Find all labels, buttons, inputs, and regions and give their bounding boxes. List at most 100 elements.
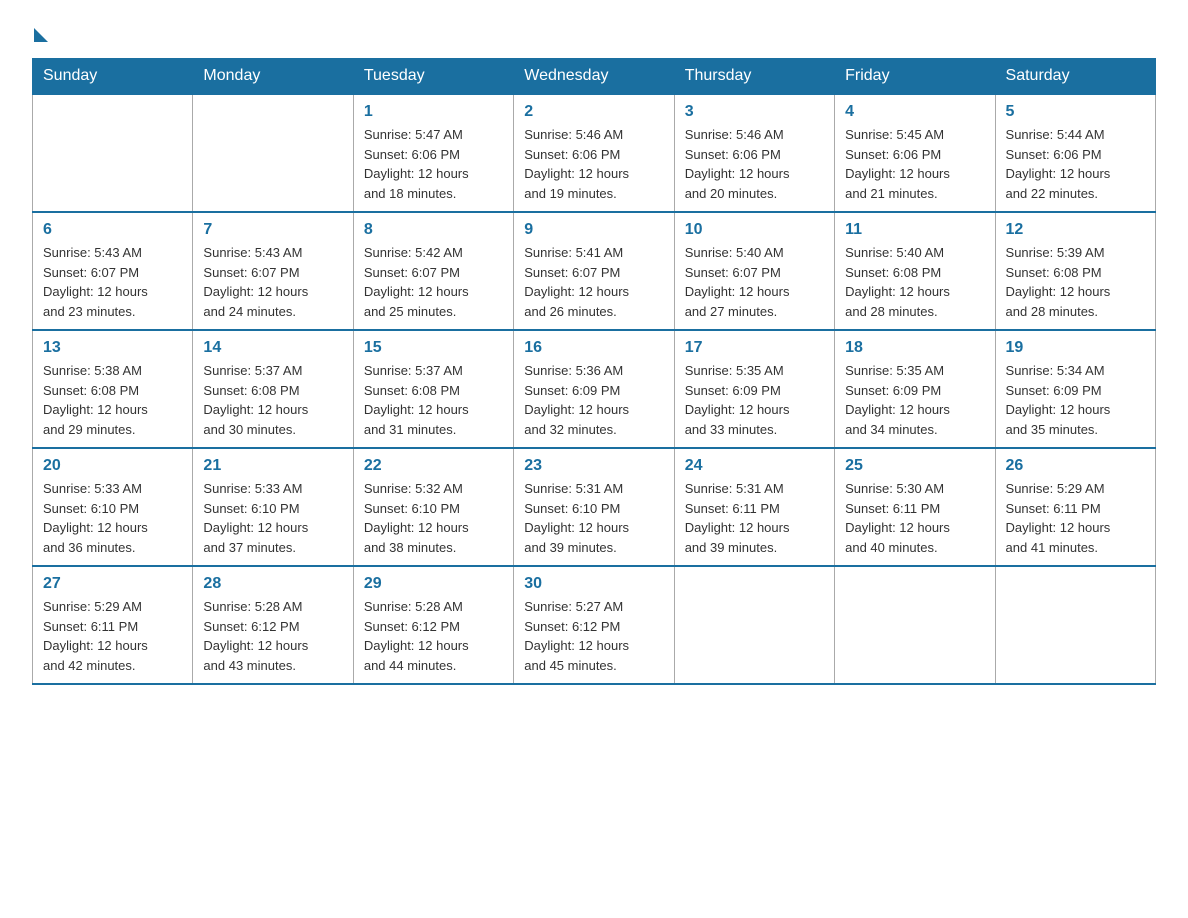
day-number: 30 <box>524 575 663 593</box>
calendar-cell: 22 Sunrise: 5:32 AM Sunset: 6:10 PM Dayl… <box>353 448 513 566</box>
day-info: Sunrise: 5:45 AM Sunset: 6:06 PM Dayligh… <box>845 125 984 203</box>
week-row-1: 1 Sunrise: 5:47 AM Sunset: 6:06 PM Dayli… <box>33 94 1156 212</box>
calendar-cell: 17 Sunrise: 5:35 AM Sunset: 6:09 PM Dayl… <box>674 330 834 448</box>
day-number: 26 <box>1006 457 1145 475</box>
calendar-cell: 13 Sunrise: 5:38 AM Sunset: 6:08 PM Dayl… <box>33 330 193 448</box>
weekday-header-sunday: Sunday <box>33 59 193 95</box>
calendar-cell: 30 Sunrise: 5:27 AM Sunset: 6:12 PM Dayl… <box>514 566 674 684</box>
day-info: Sunrise: 5:28 AM Sunset: 6:12 PM Dayligh… <box>203 597 342 675</box>
day-info: Sunrise: 5:43 AM Sunset: 6:07 PM Dayligh… <box>43 243 182 321</box>
day-number: 23 <box>524 457 663 475</box>
day-number: 27 <box>43 575 182 593</box>
weekday-header-tuesday: Tuesday <box>353 59 513 95</box>
calendar-cell <box>674 566 834 684</box>
day-number: 21 <box>203 457 342 475</box>
week-row-3: 13 Sunrise: 5:38 AM Sunset: 6:08 PM Dayl… <box>33 330 1156 448</box>
calendar-cell: 11 Sunrise: 5:40 AM Sunset: 6:08 PM Dayl… <box>835 212 995 330</box>
week-row-2: 6 Sunrise: 5:43 AM Sunset: 6:07 PM Dayli… <box>33 212 1156 330</box>
day-number: 16 <box>524 339 663 357</box>
calendar-cell: 7 Sunrise: 5:43 AM Sunset: 6:07 PM Dayli… <box>193 212 353 330</box>
day-number: 9 <box>524 221 663 239</box>
day-number: 13 <box>43 339 182 357</box>
day-number: 14 <box>203 339 342 357</box>
calendar-cell: 16 Sunrise: 5:36 AM Sunset: 6:09 PM Dayl… <box>514 330 674 448</box>
day-info: Sunrise: 5:46 AM Sunset: 6:06 PM Dayligh… <box>524 125 663 203</box>
day-number: 18 <box>845 339 984 357</box>
day-number: 24 <box>685 457 824 475</box>
day-info: Sunrise: 5:29 AM Sunset: 6:11 PM Dayligh… <box>1006 479 1145 557</box>
day-info: Sunrise: 5:27 AM Sunset: 6:12 PM Dayligh… <box>524 597 663 675</box>
weekday-header-friday: Friday <box>835 59 995 95</box>
weekday-header-wednesday: Wednesday <box>514 59 674 95</box>
calendar-cell: 1 Sunrise: 5:47 AM Sunset: 6:06 PM Dayli… <box>353 94 513 212</box>
day-number: 1 <box>364 103 503 121</box>
calendar-cell <box>835 566 995 684</box>
day-info: Sunrise: 5:37 AM Sunset: 6:08 PM Dayligh… <box>364 361 503 439</box>
day-info: Sunrise: 5:35 AM Sunset: 6:09 PM Dayligh… <box>685 361 824 439</box>
day-number: 22 <box>364 457 503 475</box>
calendar-cell: 4 Sunrise: 5:45 AM Sunset: 6:06 PM Dayli… <box>835 94 995 212</box>
day-info: Sunrise: 5:47 AM Sunset: 6:06 PM Dayligh… <box>364 125 503 203</box>
weekday-header-row: SundayMondayTuesdayWednesdayThursdayFrid… <box>33 59 1156 95</box>
calendar-cell: 6 Sunrise: 5:43 AM Sunset: 6:07 PM Dayli… <box>33 212 193 330</box>
day-number: 4 <box>845 103 984 121</box>
weekday-header-monday: Monday <box>193 59 353 95</box>
calendar-cell <box>33 94 193 212</box>
day-info: Sunrise: 5:33 AM Sunset: 6:10 PM Dayligh… <box>43 479 182 557</box>
day-info: Sunrise: 5:37 AM Sunset: 6:08 PM Dayligh… <box>203 361 342 439</box>
calendar-cell: 12 Sunrise: 5:39 AM Sunset: 6:08 PM Dayl… <box>995 212 1155 330</box>
calendar-cell: 2 Sunrise: 5:46 AM Sunset: 6:06 PM Dayli… <box>514 94 674 212</box>
day-number: 10 <box>685 221 824 239</box>
weekday-header-thursday: Thursday <box>674 59 834 95</box>
day-info: Sunrise: 5:43 AM Sunset: 6:07 PM Dayligh… <box>203 243 342 321</box>
calendar-cell: 5 Sunrise: 5:44 AM Sunset: 6:06 PM Dayli… <box>995 94 1155 212</box>
calendar-cell: 20 Sunrise: 5:33 AM Sunset: 6:10 PM Dayl… <box>33 448 193 566</box>
day-number: 2 <box>524 103 663 121</box>
calendar-cell: 26 Sunrise: 5:29 AM Sunset: 6:11 PM Dayl… <box>995 448 1155 566</box>
day-number: 25 <box>845 457 984 475</box>
day-number: 20 <box>43 457 182 475</box>
day-info: Sunrise: 5:31 AM Sunset: 6:10 PM Dayligh… <box>524 479 663 557</box>
weekday-header-saturday: Saturday <box>995 59 1155 95</box>
day-number: 8 <box>364 221 503 239</box>
calendar-cell: 9 Sunrise: 5:41 AM Sunset: 6:07 PM Dayli… <box>514 212 674 330</box>
calendar-cell: 18 Sunrise: 5:35 AM Sunset: 6:09 PM Dayl… <box>835 330 995 448</box>
day-info: Sunrise: 5:38 AM Sunset: 6:08 PM Dayligh… <box>43 361 182 439</box>
day-info: Sunrise: 5:42 AM Sunset: 6:07 PM Dayligh… <box>364 243 503 321</box>
page-header <box>32 24 1156 38</box>
day-number: 7 <box>203 221 342 239</box>
week-row-5: 27 Sunrise: 5:29 AM Sunset: 6:11 PM Dayl… <box>33 566 1156 684</box>
calendar-cell: 25 Sunrise: 5:30 AM Sunset: 6:11 PM Dayl… <box>835 448 995 566</box>
calendar-cell: 8 Sunrise: 5:42 AM Sunset: 6:07 PM Dayli… <box>353 212 513 330</box>
week-row-4: 20 Sunrise: 5:33 AM Sunset: 6:10 PM Dayl… <box>33 448 1156 566</box>
calendar-cell: 19 Sunrise: 5:34 AM Sunset: 6:09 PM Dayl… <box>995 330 1155 448</box>
day-info: Sunrise: 5:31 AM Sunset: 6:11 PM Dayligh… <box>685 479 824 557</box>
day-number: 5 <box>1006 103 1145 121</box>
day-info: Sunrise: 5:29 AM Sunset: 6:11 PM Dayligh… <box>43 597 182 675</box>
calendar-cell: 24 Sunrise: 5:31 AM Sunset: 6:11 PM Dayl… <box>674 448 834 566</box>
logo-triangle-icon <box>34 28 48 42</box>
calendar-cell: 27 Sunrise: 5:29 AM Sunset: 6:11 PM Dayl… <box>33 566 193 684</box>
day-number: 3 <box>685 103 824 121</box>
day-number: 17 <box>685 339 824 357</box>
calendar-cell: 14 Sunrise: 5:37 AM Sunset: 6:08 PM Dayl… <box>193 330 353 448</box>
day-number: 29 <box>364 575 503 593</box>
logo <box>32 24 48 38</box>
day-info: Sunrise: 5:40 AM Sunset: 6:08 PM Dayligh… <box>845 243 984 321</box>
day-info: Sunrise: 5:32 AM Sunset: 6:10 PM Dayligh… <box>364 479 503 557</box>
calendar-cell <box>995 566 1155 684</box>
day-number: 15 <box>364 339 503 357</box>
day-info: Sunrise: 5:34 AM Sunset: 6:09 PM Dayligh… <box>1006 361 1145 439</box>
day-info: Sunrise: 5:40 AM Sunset: 6:07 PM Dayligh… <box>685 243 824 321</box>
calendar-table: SundayMondayTuesdayWednesdayThursdayFrid… <box>32 58 1156 685</box>
day-number: 12 <box>1006 221 1145 239</box>
day-number: 28 <box>203 575 342 593</box>
day-info: Sunrise: 5:36 AM Sunset: 6:09 PM Dayligh… <box>524 361 663 439</box>
calendar-cell: 28 Sunrise: 5:28 AM Sunset: 6:12 PM Dayl… <box>193 566 353 684</box>
day-number: 6 <box>43 221 182 239</box>
day-number: 11 <box>845 221 984 239</box>
day-info: Sunrise: 5:46 AM Sunset: 6:06 PM Dayligh… <box>685 125 824 203</box>
calendar-cell: 10 Sunrise: 5:40 AM Sunset: 6:07 PM Dayl… <box>674 212 834 330</box>
day-info: Sunrise: 5:28 AM Sunset: 6:12 PM Dayligh… <box>364 597 503 675</box>
day-info: Sunrise: 5:35 AM Sunset: 6:09 PM Dayligh… <box>845 361 984 439</box>
